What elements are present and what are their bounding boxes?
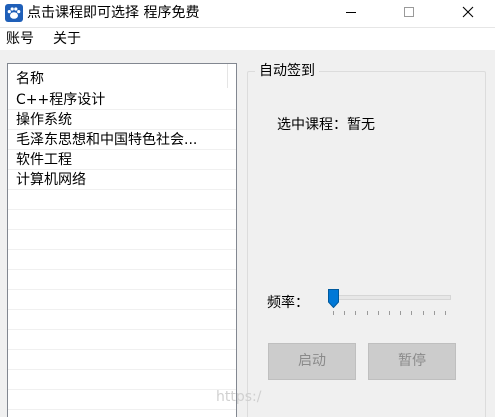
empty-row — [8, 270, 236, 290]
slider-tick — [378, 311, 379, 315]
column-divider[interactable] — [227, 64, 228, 88]
slider-tick — [367, 311, 368, 315]
frequency-slider[interactable] — [324, 288, 456, 318]
minimize-button[interactable] — [328, 0, 374, 28]
maximize-icon — [403, 6, 415, 22]
close-button[interactable] — [445, 0, 491, 28]
maximize-button[interactable] — [386, 0, 432, 28]
slider-tick — [400, 311, 401, 315]
empty-row — [8, 190, 236, 210]
slider-thumb[interactable] — [328, 289, 339, 309]
watermark-text: https:/ — [216, 389, 262, 405]
frequency-label: 频率： — [267, 295, 309, 311]
course-list[interactable]: 名称 C++程序设计 操作系统 毛泽东思想和中国特色社会... 软件工程 计算机… — [7, 63, 237, 417]
selected-course-label: 选中课程：暂无 — [277, 117, 375, 133]
empty-row — [8, 350, 236, 370]
slider-tick — [344, 311, 345, 315]
slider-tick — [434, 311, 435, 315]
pause-button[interactable]: 暂停 — [368, 343, 456, 380]
list-column-header[interactable]: 名称 — [8, 64, 236, 90]
empty-row — [8, 330, 236, 350]
start-button[interactable]: 启动 — [268, 343, 356, 380]
column-header-name: 名称 — [16, 71, 44, 87]
slider-tick — [411, 311, 412, 315]
course-rows: C++程序设计 操作系统 毛泽东思想和中国特色社会... 软件工程 计算机网络 — [8, 90, 236, 417]
slider-tick — [389, 311, 390, 315]
course-row[interactable]: 操作系统 — [8, 110, 236, 130]
course-name: 毛泽东思想和中国特色社会... — [16, 132, 198, 148]
empty-row — [8, 210, 236, 230]
slider-tick — [355, 311, 356, 315]
course-name: 操作系统 — [16, 112, 72, 128]
course-name: 计算机网络 — [16, 172, 86, 188]
menu-account[interactable]: 账号 — [6, 30, 34, 48]
empty-row — [8, 230, 236, 250]
menu-bar: 账号 关于 — [0, 28, 495, 50]
course-name: 软件工程 — [16, 152, 72, 168]
slider-tick — [423, 311, 424, 315]
course-name: C++程序设计 — [16, 92, 106, 108]
slider-track[interactable] — [328, 295, 451, 300]
empty-row — [8, 290, 236, 310]
course-row[interactable]: 计算机网络 — [8, 170, 236, 190]
empty-row — [8, 410, 236, 417]
window-title: 点击课程即可选择 程序免费 — [27, 5, 200, 21]
main-content: 名称 C++程序设计 操作系统 毛泽东思想和中国特色社会... 软件工程 计算机… — [0, 50, 495, 417]
course-row[interactable]: 毛泽东思想和中国特色社会... — [8, 130, 236, 150]
empty-row — [8, 390, 236, 410]
empty-row — [8, 370, 236, 390]
course-row[interactable]: 软件工程 — [8, 150, 236, 170]
menu-about[interactable]: 关于 — [53, 30, 81, 48]
close-icon — [462, 6, 474, 22]
empty-row — [8, 250, 236, 270]
empty-row — [8, 310, 236, 330]
course-row[interactable]: C++程序设计 — [8, 90, 236, 110]
slider-tick — [333, 311, 334, 315]
group-title: 自动签到 — [255, 62, 319, 80]
title-bar: 点击课程即可选择 程序免费 — [0, 0, 495, 28]
minimize-icon — [345, 6, 357, 22]
slider-ticks — [333, 311, 446, 316]
slider-tick — [445, 311, 446, 315]
paw-icon — [5, 4, 23, 22]
